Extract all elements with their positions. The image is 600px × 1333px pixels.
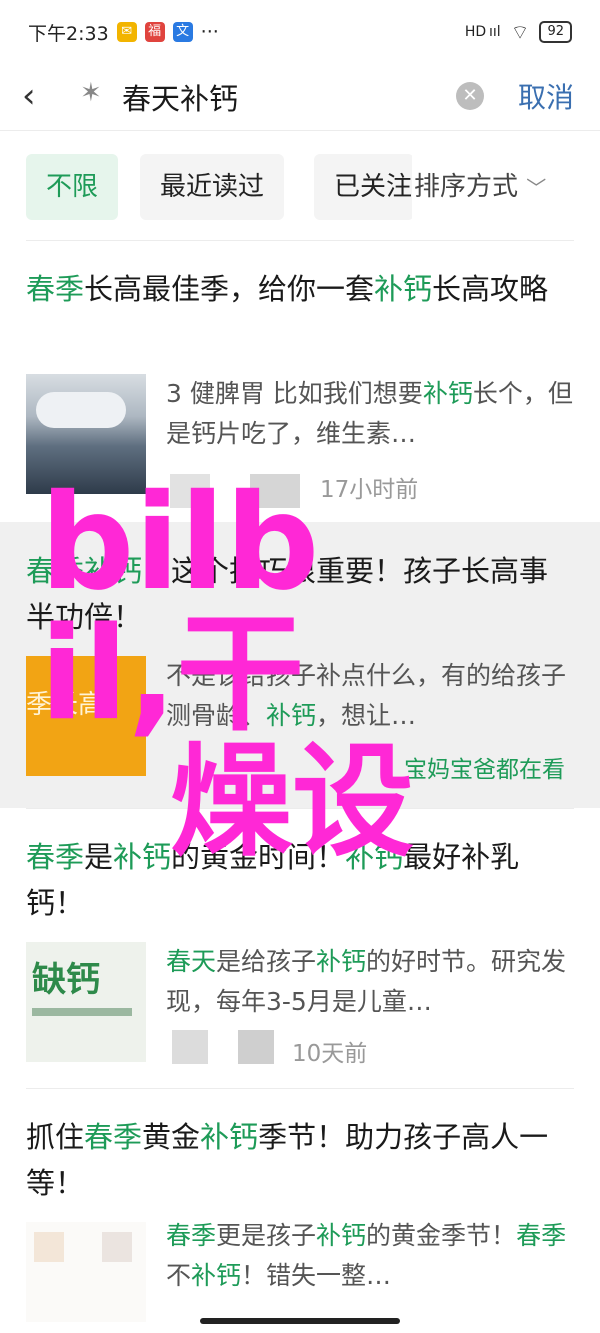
- notification-app-icon: 福: [144, 22, 165, 42]
- filter-bar: 不限 最近读过 已关注 排序方式 ﹀: [0, 148, 600, 228]
- status-time: 下午2:33: [28, 22, 109, 45]
- text-segment: 不: [166, 1261, 192, 1290]
- cloud-shape: [36, 392, 126, 428]
- article-thumbnail[interactable]: [26, 1222, 146, 1322]
- text-segment: ，想让…: [316, 701, 417, 730]
- mosaic-block: [238, 1030, 274, 1064]
- chevron-down-icon: ﹀: [526, 176, 547, 200]
- keyword-highlight: 补钙: [374, 272, 433, 306]
- thumbnail-block: [102, 1232, 132, 1262]
- ai-search-icon: ✶: [80, 78, 102, 108]
- search-input[interactable]: 春天补钙: [122, 76, 238, 118]
- watermark-text: bilb: [40, 466, 320, 620]
- article-snippet: 3 健脾胃 比如我们想要补钙长个，但是钙片吃了，维生素…: [166, 374, 576, 454]
- filter-chip-recent[interactable]: 最近读过: [140, 154, 285, 220]
- article-card[interactable]: 抓住春季黄金补钙季节！助力孩子高人一等！ 春季更是孩子补钙的黄金季节！春季不补钙…: [0, 1088, 600, 1322]
- watermark-text: 燥设: [170, 731, 414, 873]
- thumbnail-block: [34, 1232, 64, 1262]
- filter-chip-followed[interactable]: 已关注: [314, 154, 414, 220]
- signal-icon: HD ııl: [464, 24, 501, 40]
- keyword-highlight: 春季: [84, 1120, 143, 1154]
- home-indicator[interactable]: [200, 1318, 400, 1324]
- search-bar: ‹ ✶ 春天补钙 ✕ 取消: [0, 64, 600, 131]
- battery-icon: 92: [539, 21, 572, 43]
- text-segment: 长高最佳季，给你一套: [84, 272, 375, 306]
- filter-chip-all[interactable]: 不限: [26, 154, 119, 220]
- article-time: 17小时前: [320, 477, 419, 503]
- thumbnail-text: 缺钙: [32, 960, 100, 1000]
- article-title[interactable]: 抓住春季黄金补钙季节！助力孩子高人一等！: [26, 1114, 574, 1206]
- keyword-highlight: 补钙: [191, 1261, 242, 1290]
- watermark-text: il,干: [40, 600, 305, 749]
- notification-app-icon: ✉: [116, 22, 137, 42]
- text-segment: ！错失一整…: [241, 1261, 392, 1290]
- article-snippet: 春季更是孩子补钙的黄金季节！春季不补钙！错失一整…: [166, 1216, 576, 1296]
- notification-app-icon: 文: [172, 22, 193, 42]
- cancel-button[interactable]: 取消: [518, 76, 574, 116]
- keyword-highlight: 春天: [166, 947, 217, 976]
- sort-dropdown[interactable]: 排序方式 ﹀: [412, 154, 547, 220]
- status-bar: 下午2:33 ✉ 福 文 ··· HD ııl ⌔ 92: [0, 0, 600, 64]
- text-segment: 3 健脾胃 比如我们想要: [166, 379, 423, 408]
- clear-icon[interactable]: ✕: [456, 82, 484, 110]
- keyword-highlight: 春季: [26, 840, 85, 874]
- thumbnail-line: [32, 1008, 132, 1016]
- article-snippet: 春天是给孩子补钙的好时节。研究发现，每年3-5月是儿童…: [166, 942, 576, 1022]
- text-segment: 黄金: [142, 1120, 201, 1154]
- keyword-highlight: 补钙: [113, 840, 172, 874]
- keyword-highlight: 补钙: [316, 1221, 367, 1250]
- text-segment: 是: [84, 840, 114, 874]
- article-social-proof: 宝妈宝爸都在看: [404, 757, 565, 783]
- wifi-icon: ⌔: [510, 19, 530, 44]
- mosaic-block: [172, 1030, 208, 1064]
- sort-label: 排序方式: [414, 172, 519, 202]
- article-title[interactable]: 春季长高最佳季，给你一套补钙长高攻略: [26, 266, 574, 312]
- text-segment: 抓住: [26, 1120, 85, 1154]
- back-arrow-icon[interactable]: ‹: [22, 78, 52, 114]
- status-more-dots: ···: [200, 21, 219, 43]
- text-segment: 的黄金季节！: [366, 1221, 517, 1250]
- article-time: 10天前: [292, 1041, 368, 1067]
- text-segment: 更是孩子: [216, 1221, 317, 1250]
- keyword-highlight: 春季: [26, 272, 85, 306]
- keyword-highlight: 春季: [516, 1221, 567, 1250]
- keyword-highlight: 春季: [166, 1221, 217, 1250]
- article-thumbnail[interactable]: 缺钙: [26, 942, 146, 1062]
- keyword-highlight: 补钙: [316, 947, 367, 976]
- keyword-highlight: 补钙: [422, 379, 473, 408]
- keyword-highlight: 补钙: [200, 1120, 259, 1154]
- text-segment: 长高攻略: [432, 272, 549, 306]
- text-segment: 是给孩子: [216, 947, 317, 976]
